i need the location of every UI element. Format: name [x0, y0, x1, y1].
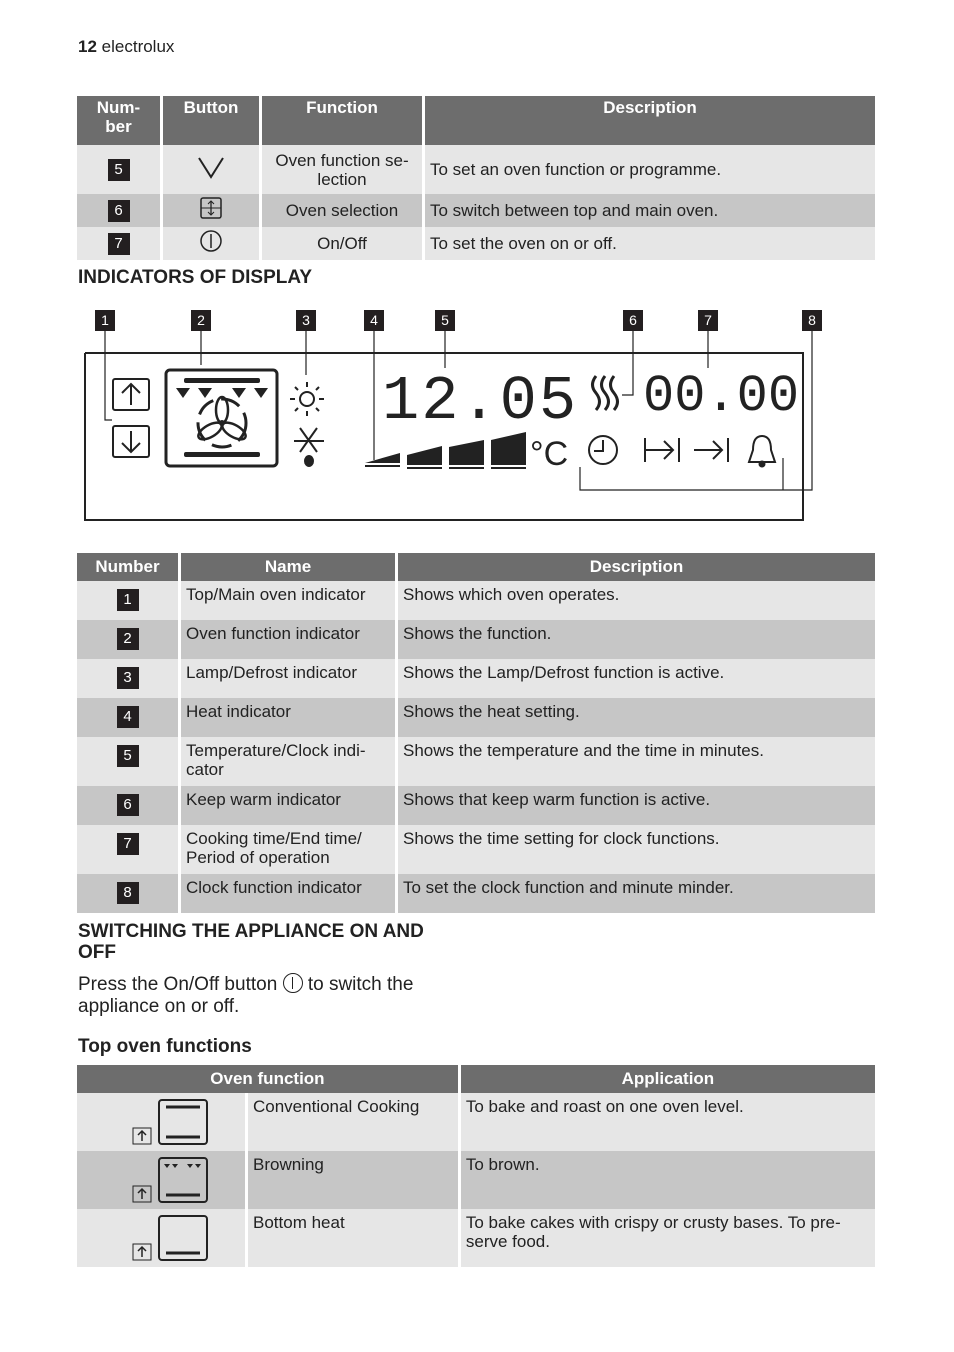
application-cell: To bake and roast on one oven level. — [460, 1093, 875, 1151]
display-diagram: 1 2 3 4 5 6 7 8 °C 12.05 00.00 — [0, 300, 954, 530]
number-badge: 6 — [116, 794, 139, 816]
number-badge: 6 — [107, 199, 130, 222]
function-cell: On/Off — [262, 227, 422, 260]
col-button: Button — [163, 96, 259, 145]
table-row: Conventional Cooking To bake and roast o… — [77, 1093, 875, 1151]
description-cell: Shows the function. — [398, 620, 875, 659]
display-drawing: °C 12.05 00.00 — [84, 331, 813, 521]
page-number: 12 — [78, 37, 97, 56]
power-icon — [200, 230, 222, 252]
table-row: 6 Keep warm indicator Shows that keep warm… — [77, 786, 875, 825]
application-cell: To bake cakes with crispy or crusty base… — [460, 1209, 875, 1267]
table-row: 1 Top/Main oven indicator Shows which oven… — [77, 581, 875, 620]
col-function: Function — [262, 96, 422, 145]
temperature-unit: °C — [530, 435, 568, 473]
description-cell: Shows the heat setting. — [398, 698, 875, 737]
manual-page: 12 electrolux Num- ber Button Function D… — [0, 0, 954, 1352]
clock-icon — [588, 435, 618, 465]
temperature-readout: 12.05 — [382, 366, 578, 437]
table-row: 7 On/Off To set the oven on or off. — [77, 227, 875, 260]
keep-warm-icon — [591, 375, 619, 411]
section-title-top-oven: Top oven functions — [78, 1036, 252, 1057]
function-cell: Oven function se- lection — [262, 145, 422, 194]
description-cell: Shows the Lamp/Defrost function is activ… — [398, 659, 875, 698]
col-application: Application — [460, 1065, 875, 1093]
col-description: Description — [398, 553, 875, 581]
table-row: 4 Heat indicator Shows the heat setting. — [77, 698, 875, 737]
name-cell: Lamp/Defrost indicator — [181, 659, 395, 698]
duration-icon — [644, 438, 680, 462]
number-badge: 5 — [116, 745, 139, 767]
application-cell: To brown. — [460, 1151, 875, 1209]
name-cell: Cooking time/End time/ Period of operati… — [181, 825, 395, 874]
number-badge: 7 — [116, 833, 139, 855]
table-row: Bottom heat To bake cakes with crispy or… — [77, 1209, 875, 1267]
oven-function-indicator-icon — [164, 368, 279, 468]
name-cell: Clock function indicator — [181, 874, 395, 913]
function-cell: Conventional Cooking — [248, 1093, 458, 1151]
description-cell: To set the oven on or off. — [425, 227, 875, 260]
defrost-icon — [294, 427, 324, 467]
description-cell: To switch between top and main oven. — [425, 194, 875, 227]
bottom-heat-icon — [132, 1215, 208, 1261]
description-cell: To set the clock function and minute min… — [398, 874, 875, 913]
top-main-oven-indicator-icon — [112, 378, 150, 458]
indicators-table: Number Name Description 1 Top/Main oven i… — [74, 553, 878, 913]
section-title-switching: SWITCHING THE APPLIANCE ON AND OFF — [78, 921, 424, 963]
brand-name: electrolux — [101, 37, 175, 56]
table-row: 5 Oven function se- lection To set an ov… — [77, 145, 875, 194]
col-description: Description — [425, 96, 875, 145]
switching-paragraph: Press the On/Off button to switch the ap… — [78, 973, 458, 1018]
section-title-display: INDICATORS OF DISPLAY — [78, 267, 313, 288]
number-badge: 8 — [116, 882, 139, 904]
col-number: Num- ber — [77, 96, 160, 145]
description-cell: To set an oven function or programme. — [425, 145, 875, 194]
name-cell: Heat indicator — [181, 698, 395, 737]
table-row: 5 Temperature/Clock indi- cator Shows the … — [77, 737, 875, 786]
end-time-icon — [694, 438, 729, 462]
number-badge: 1 — [116, 589, 139, 611]
table-row: 7 Cooking time/End time/ Period of operat… — [77, 825, 875, 874]
number-badge: 3 — [116, 667, 139, 689]
number-badge: 4 — [116, 706, 139, 728]
function-cell: Oven selection — [262, 194, 422, 227]
name-cell: Keep warm indicator — [181, 786, 395, 825]
conventional-cooking-icon — [132, 1099, 208, 1145]
table-row: Browning To brown. — [77, 1151, 875, 1209]
bell-icon — [747, 434, 777, 468]
number-badge: 5 — [107, 158, 130, 181]
name-cell: Oven function indicator — [181, 620, 395, 659]
col-number: Number — [77, 553, 178, 581]
number-badge: 7 — [107, 232, 130, 255]
oven-selection-icon — [200, 197, 222, 219]
name-cell: Top/Main oven indicator — [181, 581, 395, 620]
heat-indicator-icon — [365, 432, 526, 469]
lamp-icon — [290, 382, 324, 416]
paragraph-text: Press the On/Off button — [78, 974, 278, 995]
power-icon — [282, 973, 303, 993]
table-row: 8 Clock function indicator To set the cloc… — [77, 874, 875, 913]
chevron-down-icon — [198, 157, 224, 179]
top-oven-functions-table: Oven function Application Conventional C… — [74, 1065, 878, 1267]
number-badge: 2 — [116, 628, 139, 650]
description-cell: Shows the time setting for clock functio… — [398, 825, 875, 874]
function-cell: Bottom heat — [248, 1209, 458, 1267]
description-cell: Shows which oven operates. — [398, 581, 875, 620]
col-oven-function: Oven function — [77, 1065, 458, 1093]
description-cell: Shows the temperature and the time in mi… — [398, 737, 875, 786]
table-row: 6 Oven selection To switch between top a… — [77, 194, 875, 227]
table-row: 2 Oven function indicator Shows the functi… — [77, 620, 875, 659]
clock-readout: 00.00 — [643, 367, 799, 426]
page-header: 12 electrolux — [78, 37, 174, 57]
name-cell: Temperature/Clock indi- cator — [181, 737, 395, 786]
description-cell: Shows that keep warm function is active. — [398, 786, 875, 825]
col-name: Name — [181, 553, 395, 581]
function-cell: Browning — [248, 1151, 458, 1209]
table-row: 3 Lamp/Defrost indicator Shows the Lamp/De… — [77, 659, 875, 698]
buttons-table: Num- ber Button Function Description 5 O… — [74, 96, 878, 260]
browning-icon — [132, 1157, 208, 1203]
